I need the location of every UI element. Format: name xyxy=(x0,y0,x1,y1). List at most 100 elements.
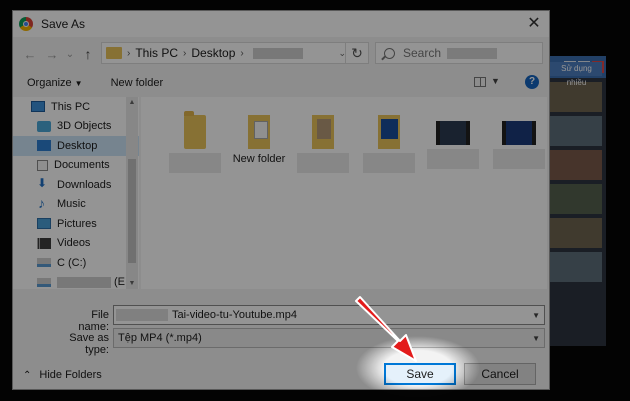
save-button[interactable]: Save xyxy=(384,363,456,385)
close-button[interactable]: ✕ xyxy=(519,11,549,37)
nav-item-label: C (C:) xyxy=(57,256,87,269)
nav-item-3d-objects[interactable]: 3D Objects xyxy=(13,117,139,137)
nav-item-label: 3D Objects xyxy=(57,120,112,133)
nav-item-label: Music xyxy=(57,198,86,211)
desktop-icon xyxy=(37,140,51,152)
redacted-file-name xyxy=(427,149,479,169)
search-placeholder: Search xyxy=(403,46,442,60)
chevron-down-icon: ▼ xyxy=(74,79,83,88)
organize-button[interactable]: Organize ▼ xyxy=(27,77,83,89)
scroll-up-icon[interactable]: ▲ xyxy=(126,99,138,106)
nav-item-label: Desktop xyxy=(57,139,98,152)
nav-item-e-drive[interactable]: (E: xyxy=(13,273,139,293)
pc-icon xyxy=(31,101,45,113)
folder-icon xyxy=(184,111,206,149)
up-button[interactable]: ↑ xyxy=(79,46,97,62)
downloads-icon xyxy=(37,176,51,190)
new-folder-button[interactable]: New folder xyxy=(111,77,164,89)
nav-item-desktop[interactable]: Desktop xyxy=(13,136,139,156)
documents-icon xyxy=(37,159,48,171)
video-thumbnail[interactable] xyxy=(548,184,602,214)
video-thumbnail[interactable] xyxy=(548,218,602,248)
folder-icon xyxy=(106,47,122,59)
file-name-row: File name: Tai-video-tu-Youtube.mp4 ▼ xyxy=(13,305,549,333)
dialog-titlebar: Save As ✕ xyxy=(13,11,549,37)
cancel-button[interactable]: Cancel xyxy=(464,363,536,385)
redacted-search-text xyxy=(447,47,498,59)
search-input[interactable]: Search xyxy=(375,42,543,64)
save-as-type-row: Save as type: Tệp MP4 (*.mp4) ▼ xyxy=(13,328,549,356)
folder-icon xyxy=(312,115,334,149)
chrome-icon xyxy=(19,17,33,31)
file-name-value: Tai-video-tu-Youtube.mp4 xyxy=(172,309,297,321)
save-as-type-label: Save as type: xyxy=(69,332,109,356)
help-icon[interactable]: ? xyxy=(525,75,539,89)
file-item[interactable] xyxy=(421,115,485,169)
nav-item-documents[interactable]: Documents xyxy=(13,156,139,176)
nav-item-downloads[interactable]: Downloads xyxy=(13,175,139,195)
file-item[interactable] xyxy=(487,115,551,169)
file-item[interactable] xyxy=(357,115,421,173)
nav-item-label: Pictures xyxy=(57,217,97,230)
drive-icon xyxy=(37,258,51,268)
address-row: ← → ⌄ ↑ › This PC › Desktop › ⌄ ↻ Search xyxy=(13,37,549,71)
file-item-new-folder[interactable]: New folder xyxy=(227,115,291,165)
nav-item-label: Documents xyxy=(54,159,110,172)
save-as-dialog: Save As ✕ ← → ⌄ ↑ › This PC › Desktop › … xyxy=(12,10,550,390)
file-name-field[interactable]: Tai-video-tu-Youtube.mp4 ▼ xyxy=(113,305,545,325)
file-list: New folder xyxy=(141,97,547,289)
breadcrumb-this-pc[interactable]: This PC xyxy=(135,46,178,60)
file-item[interactable] xyxy=(163,111,227,173)
recent-locations-button[interactable]: ⌄ xyxy=(61,49,79,60)
nav-item-label: Videos xyxy=(57,237,91,250)
redacted-file-name xyxy=(493,149,545,169)
command-bar: Organize ▼ New folder ▼ ? xyxy=(13,71,549,95)
organize-label: Organize xyxy=(27,77,72,89)
video-file-icon xyxy=(436,121,470,145)
chevron-right-icon: › xyxy=(240,47,244,59)
nav-item-c-drive[interactable]: C (C:) xyxy=(13,253,139,273)
video-thumbnail[interactable] xyxy=(548,150,602,180)
hide-folders-button[interactable]: ⌃ Hide Folders xyxy=(23,369,102,381)
navigation-pane: This PC 3D Objects Desktop Documents Dow… xyxy=(13,97,139,289)
breadcrumb-desktop[interactable]: Desktop xyxy=(191,46,235,60)
hide-folders-label: Hide Folders xyxy=(39,369,102,381)
redacted-file-name xyxy=(297,153,349,173)
save-as-type-select[interactable]: Tệp MP4 (*.mp4) ▼ xyxy=(113,328,545,348)
nav-item-label: This PC xyxy=(51,100,91,113)
save-as-type-value: Tệp MP4 (*.mp4) xyxy=(118,332,202,344)
pictures-icon xyxy=(37,218,51,230)
chevron-down-icon[interactable]: ▼ xyxy=(491,76,500,86)
nav-item-pictures[interactable]: Pictures xyxy=(13,214,139,234)
redacted-file-name xyxy=(169,153,221,173)
forward-button[interactable]: → xyxy=(43,47,61,62)
nav-item-videos[interactable]: Videos xyxy=(13,234,139,254)
redacted-text xyxy=(116,309,168,321)
chevron-up-icon: ⌃ xyxy=(23,369,32,381)
scroll-down-icon[interactable]: ▼ xyxy=(126,280,138,287)
dialog-title: Save As xyxy=(41,17,86,31)
chevron-down-icon[interactable]: ▼ xyxy=(532,311,540,320)
nav-item-music[interactable]: Music xyxy=(13,195,139,215)
music-icon xyxy=(37,195,51,211)
nav-scrollbar[interactable]: ▲ ▼ xyxy=(126,97,138,289)
refresh-button[interactable]: ↻ xyxy=(345,42,369,64)
chevron-right-icon: › xyxy=(127,47,131,59)
view-options-icon[interactable] xyxy=(474,77,486,87)
background-window-button[interactable]: Sử dụng nhiều xyxy=(548,62,602,87)
chevron-down-icon[interactable]: ▼ xyxy=(532,334,540,343)
video-thumbnail[interactable] xyxy=(548,116,602,146)
file-name: New folder xyxy=(232,153,286,165)
redacted-file-name xyxy=(363,153,415,173)
address-bar[interactable]: › This PC › Desktop › ⌄ xyxy=(101,42,351,64)
scrollbar-thumb[interactable] xyxy=(128,159,136,263)
chevron-right-icon: › xyxy=(183,47,187,59)
nav-item-this-pc[interactable]: This PC xyxy=(13,97,139,117)
video-thumbnail[interactable] xyxy=(548,252,602,282)
redacted-crumb xyxy=(252,47,303,59)
folder-icon xyxy=(378,115,400,149)
nav-item-label: Downloads xyxy=(57,178,112,191)
file-item[interactable] xyxy=(291,115,355,173)
back-button[interactable]: ← xyxy=(21,47,39,62)
folder-icon xyxy=(248,115,270,149)
